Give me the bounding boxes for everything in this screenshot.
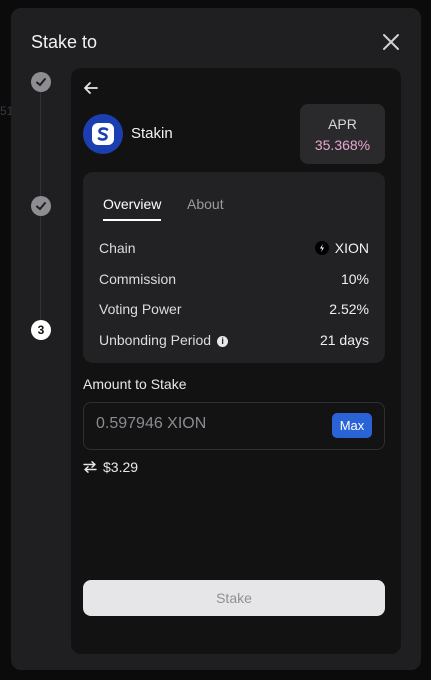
apr-label: APR xyxy=(328,116,357,132)
modal-title: Stake to xyxy=(31,32,98,52)
arrow-left-icon xyxy=(84,82,98,94)
back-button[interactable] xyxy=(82,79,100,97)
info-row-voting-power: Voting Power 2.52% xyxy=(99,301,369,321)
validator-info-card: Overview About Chain XION Commission 10%… xyxy=(83,172,385,363)
amount-label: Amount to Stake xyxy=(83,376,187,392)
tab-overview[interactable]: Overview xyxy=(103,196,162,221)
stake-modal: Stake to 3 Stakin APR 35.368% Overview A… xyxy=(11,8,421,670)
info-value: XION xyxy=(314,240,369,256)
info-row-commission: Commission 10% xyxy=(99,271,369,291)
swap-icon[interactable] xyxy=(83,461,97,473)
check-icon xyxy=(36,78,46,87)
info-label: Unbonding Period i xyxy=(99,332,229,348)
info-value: 10% xyxy=(340,271,369,287)
stake-panel: Stakin APR 35.368% Overview About Chain … xyxy=(71,68,401,654)
chain-value: XION xyxy=(334,240,369,256)
max-button[interactable]: Max xyxy=(332,413,372,438)
info-row-chain: Chain XION xyxy=(99,240,369,260)
info-value: 21 days xyxy=(319,332,369,348)
stepper-line xyxy=(40,92,41,198)
apr-value: 35.368% xyxy=(314,137,371,153)
amount-input[interactable] xyxy=(96,415,316,433)
step-1-complete xyxy=(31,72,51,92)
fiat-value: $3.29 xyxy=(103,459,139,475)
validator-name: Stakin xyxy=(131,125,173,142)
tab-about[interactable]: About xyxy=(187,196,224,212)
info-label: Chain xyxy=(99,240,136,256)
amount-field: Max xyxy=(83,402,385,450)
apr-box: APR 35.368% xyxy=(300,104,385,164)
unbonding-label: Unbonding Period xyxy=(99,332,212,348)
stakin-logo-icon xyxy=(92,123,114,145)
fiat-value-row: $3.29 xyxy=(83,459,138,475)
stepper-line xyxy=(40,216,41,320)
step-2-complete xyxy=(31,196,51,216)
step-3-current: 3 xyxy=(31,320,51,340)
close-icon xyxy=(383,34,399,50)
close-button[interactable] xyxy=(381,32,401,52)
validator-logo xyxy=(83,114,123,154)
info-label: Voting Power xyxy=(99,301,182,317)
xion-chain-icon xyxy=(314,241,329,255)
info-value: 2.52% xyxy=(329,301,369,317)
stake-button[interactable]: Stake xyxy=(83,580,385,616)
info-row-unbonding-period: Unbonding Period i 21 days xyxy=(99,332,369,352)
info-icon[interactable]: i xyxy=(217,336,229,347)
check-icon xyxy=(36,202,46,211)
info-label: Commission xyxy=(99,271,177,287)
